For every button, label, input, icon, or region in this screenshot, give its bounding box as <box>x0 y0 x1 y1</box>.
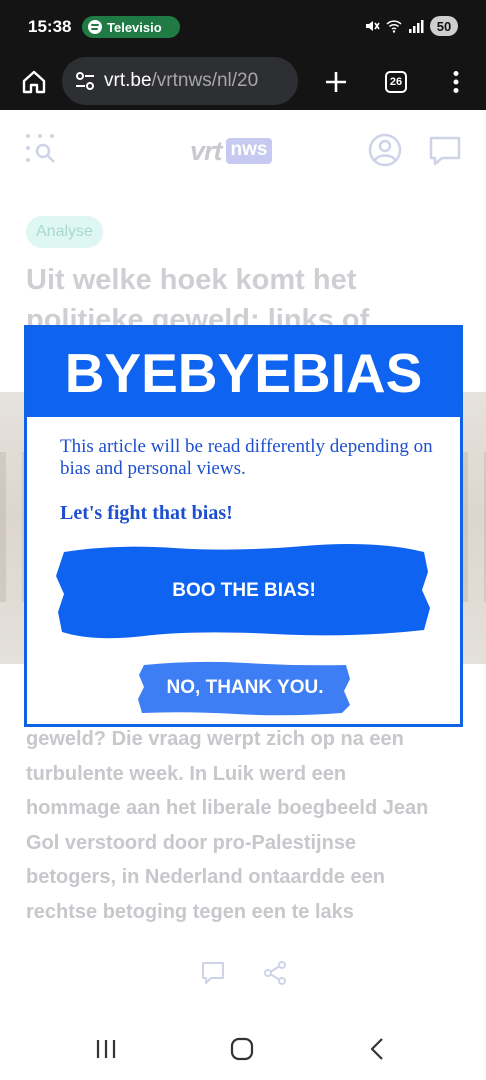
search-icon[interactable] <box>24 132 58 166</box>
popup-header: BYEBYEBIAS <box>27 328 460 417</box>
status-time: 15:38 <box>28 17 72 36</box>
site-header: vrt nws <box>0 110 486 194</box>
more-vert-icon <box>453 71 459 93</box>
profile-icon[interactable] <box>367 132 403 168</box>
logo-vrt: vrt <box>190 135 223 166</box>
back-icon[interactable] <box>366 1036 390 1062</box>
system-navigation-bar <box>0 1018 486 1080</box>
recent-apps-icon[interactable] <box>93 1038 119 1060</box>
media-app-label: Televisio <box>107 19 162 35</box>
signal-icon <box>409 20 424 33</box>
url-host: vrt.be <box>104 70 152 91</box>
url-text: vrt.be/vrtnws/nl/20 <box>104 70 258 92</box>
popup-title: BYEBYEBIAS <box>64 341 423 404</box>
battery-indicator: 50 <box>430 16 458 36</box>
boo-button-label: BOO THE BIAS! <box>172 580 316 601</box>
browser-toolbar: vrt.be/vrtnws/nl/20 26 <box>0 54 486 110</box>
home-icon <box>22 70 46 94</box>
status-bar: 15:38 Televisio 50 <box>0 0 486 54</box>
no-button-label: NO, THANK YOU. <box>166 677 324 698</box>
mute-icon <box>366 21 380 31</box>
article-body: geweld? Die vraag werpt zich op na een t… <box>26 728 429 923</box>
browser-menu-button[interactable] <box>436 62 476 102</box>
site-logo[interactable]: vrt nws <box>190 135 273 166</box>
share-icon[interactable] <box>262 960 288 986</box>
url-path: /vrtnws/nl/20 <box>151 70 259 91</box>
home-icon[interactable] <box>229 1036 255 1062</box>
logo-nws: nws <box>225 138 273 164</box>
site-settings-icon[interactable] <box>74 70 96 92</box>
comment-icon[interactable] <box>200 960 226 986</box>
article-tag[interactable]: Analyse <box>26 216 103 248</box>
wifi-icon <box>386 20 402 33</box>
media-playing-pill[interactable]: Televisio <box>82 16 180 38</box>
status-icons: 50 <box>364 16 458 36</box>
no-thank-you-button[interactable]: NO, THANK YOU. <box>136 659 354 717</box>
tab-switcher-button[interactable]: 26 <box>376 62 416 102</box>
article-actions <box>200 960 288 986</box>
popup-message: This article will be read differently de… <box>60 436 433 479</box>
address-bar[interactable]: vrt.be/vrtnws/nl/20 <box>62 57 298 105</box>
popup-cta-text: Let's fight that bias! <box>60 502 233 524</box>
byebyebias-popup: BYEBYEBIAS This article will be read dif… <box>24 325 463 727</box>
tab-count: 26 <box>385 71 407 93</box>
boo-the-bias-button[interactable]: BOO THE BIAS! <box>54 542 434 640</box>
plus-icon <box>326 72 346 92</box>
spotify-icon <box>88 20 102 34</box>
chat-icon[interactable] <box>428 134 462 168</box>
new-tab-button[interactable] <box>316 62 356 102</box>
browser-home-button[interactable] <box>14 62 54 102</box>
